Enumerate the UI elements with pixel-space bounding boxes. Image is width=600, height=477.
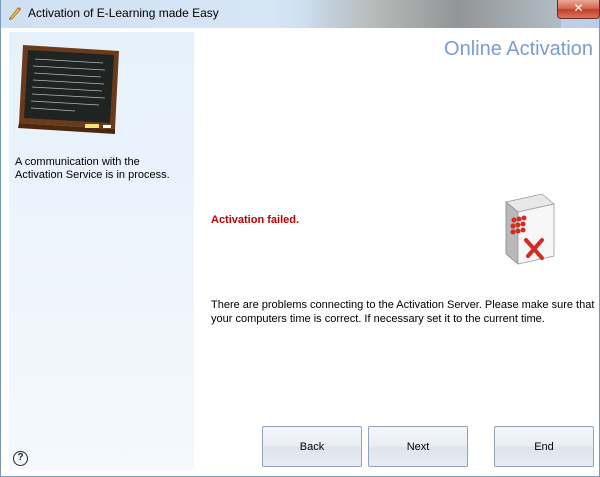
title-bar-background bbox=[301, 0, 561, 28]
title-bar[interactable]: Activation of E-Learning made Easy ✕ bbox=[1, 0, 600, 28]
server-error-icon bbox=[505, 193, 555, 265]
activation-dialog: Activation of E-Learning made Easy ✕ A c… bbox=[0, 0, 600, 477]
close-icon: ✕ bbox=[573, 1, 584, 15]
error-message: There are problems connecting to the Act… bbox=[211, 299, 595, 325]
activation-result: Activation failed. bbox=[211, 214, 300, 226]
end-button[interactable]: End bbox=[494, 426, 594, 467]
back-button[interactable]: Back bbox=[262, 426, 362, 467]
window-title: Activation of E-Learning made Easy bbox=[28, 6, 219, 20]
page-title: Online Activation bbox=[444, 38, 593, 60]
close-button[interactable]: ✕ bbox=[557, 0, 600, 19]
next-button[interactable]: Next bbox=[368, 426, 468, 467]
pencil-icon bbox=[9, 7, 21, 20]
communication-status-text: A communication with the Activation Serv… bbox=[15, 156, 170, 181]
help-icon[interactable]: ? bbox=[13, 451, 28, 466]
chalkboard-icon bbox=[18, 45, 119, 134]
